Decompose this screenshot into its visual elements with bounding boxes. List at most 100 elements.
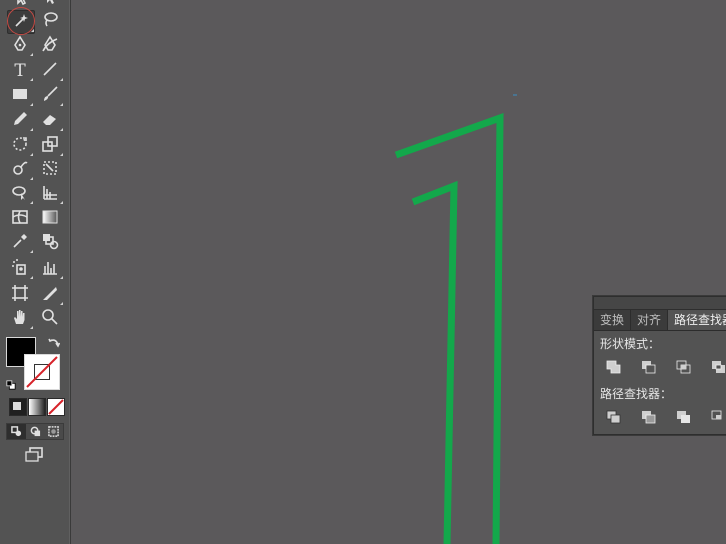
- paintbrush-tool[interactable]: [37, 85, 63, 107]
- pencil-tool[interactable]: [7, 110, 33, 132]
- scale-tool-icon: [41, 135, 59, 157]
- shape-builder-tool-icon: [11, 183, 29, 205]
- slice-tool-icon: [41, 284, 59, 306]
- direct-selection-tool[interactable]: [37, 0, 63, 10]
- green-stroke-artwork[interactable]: [71, 0, 726, 544]
- shape-builder-tool[interactable]: [7, 183, 33, 205]
- merge-icon: [676, 409, 692, 428]
- pencil-tool-icon: [11, 110, 29, 132]
- slice-tool[interactable]: [37, 284, 63, 306]
- scale-tool[interactable]: [37, 135, 63, 157]
- merge-button[interactable]: [674, 409, 693, 427]
- swap-fill-stroke-button[interactable]: [47, 336, 61, 350]
- intersect-button[interactable]: [674, 359, 693, 377]
- tab-align[interactable]: 对齐: [631, 310, 669, 330]
- draw-normal-button[interactable]: [7, 424, 26, 439]
- eraser-tool[interactable]: [37, 110, 63, 132]
- trim-button[interactable]: [639, 409, 658, 427]
- line-segment-tool-icon: [41, 60, 59, 82]
- minus-front-button[interactable]: [639, 359, 658, 377]
- divide-button[interactable]: [604, 409, 623, 427]
- symbol-sprayer-tool[interactable]: [7, 258, 33, 280]
- line-segment-tool[interactable]: [37, 60, 63, 82]
- shape-modes-label: 形状模式：: [600, 337, 661, 351]
- artboard-tool[interactable]: [7, 284, 33, 306]
- tools-panel: T: [0, 0, 71, 544]
- curvature-tool-icon: [41, 35, 59, 57]
- default-fill-stroke-button[interactable]: [4, 377, 18, 391]
- none-mode-button[interactable]: [47, 398, 65, 416]
- pathfinders-label: 路径查找器：: [600, 387, 673, 401]
- eyedropper-tool[interactable]: [7, 232, 33, 254]
- lasso-tool-icon: [41, 10, 59, 32]
- no-stroke-slash-icon: [26, 356, 58, 388]
- zoom-tool[interactable]: [37, 308, 63, 330]
- type-tool-icon: T: [14, 61, 26, 81]
- gradient-mode-button[interactable]: [28, 398, 46, 416]
- direct-selection-tool-icon: [41, 0, 59, 10]
- blend-tool[interactable]: [37, 232, 63, 254]
- screen-mode-icon: [25, 445, 43, 467]
- magic-wand-tool[interactable]: [7, 10, 35, 34]
- rotate-tool[interactable]: [7, 135, 33, 157]
- document-canvas[interactable]: [71, 0, 726, 544]
- column-graph-tool-icon: [41, 258, 59, 280]
- panel-tabs: 变换 对齐 路径查找器: [594, 310, 726, 331]
- zoom-tool-icon: [41, 308, 59, 330]
- color-mode-button[interactable]: [9, 398, 27, 416]
- draw-inside-icon: [48, 422, 59, 441]
- unite-icon: [606, 359, 622, 378]
- warp-tool[interactable]: [7, 159, 33, 181]
- selection-tool[interactable]: [8, 0, 34, 10]
- default-colors-icon: [6, 375, 16, 394]
- pathfinders-row: [594, 409, 726, 427]
- rectangle-tool[interactable]: [7, 85, 33, 107]
- gradient-tool[interactable]: [37, 208, 63, 230]
- hand-tool[interactable]: [7, 308, 33, 330]
- color-mode-icon: [13, 402, 21, 410]
- perspective-grid-tool-icon: [41, 183, 59, 205]
- type-tool[interactable]: T: [7, 60, 33, 82]
- minus-front-icon: [641, 359, 657, 378]
- panel-title-bar[interactable]: [594, 297, 726, 310]
- change-screen-mode-button[interactable]: [21, 445, 47, 467]
- drawing-modes-group: [6, 423, 64, 440]
- divide-icon: [606, 409, 622, 428]
- rotate-tool-icon: [11, 135, 29, 157]
- hand-tool-icon: [11, 308, 29, 330]
- tab-transform[interactable]: 变换: [594, 310, 632, 330]
- crop-icon: [711, 409, 726, 428]
- mesh-tool[interactable]: [7, 208, 33, 230]
- draw-behind-icon: [30, 422, 41, 441]
- column-graph-tool[interactable]: [37, 258, 63, 280]
- stroke-color-swatch[interactable]: [24, 354, 60, 390]
- crop-button[interactable]: [709, 409, 726, 427]
- draw-inside-button[interactable]: [44, 424, 63, 439]
- trim-icon: [641, 409, 657, 428]
- shape-modes-row: [594, 359, 726, 377]
- swap-arrow-icon: [48, 334, 61, 353]
- mesh-tool-icon: [11, 208, 29, 230]
- selection-tool-icon: [12, 0, 30, 10]
- none-slash-icon: [48, 399, 64, 415]
- exclude-button[interactable]: [709, 359, 726, 377]
- artboard-tool-icon: [11, 284, 29, 306]
- blend-tool-icon: [41, 232, 59, 254]
- perspective-grid-tool[interactable]: [37, 183, 63, 205]
- eyedropper-tool-icon: [11, 232, 29, 254]
- magic-wand-tool-icon: [12, 11, 30, 33]
- paintbrush-tool-icon: [41, 85, 59, 107]
- warp-tool-icon: [11, 159, 29, 181]
- curvature-tool[interactable]: [37, 35, 63, 57]
- draw-behind-button[interactable]: [26, 424, 45, 439]
- rectangle-tool-icon: [11, 85, 29, 107]
- free-transform-tool[interactable]: [37, 159, 63, 181]
- tab-pathfinder[interactable]: 路径查找器: [668, 310, 726, 330]
- lasso-tool[interactable]: [37, 10, 63, 32]
- unite-button[interactable]: [604, 359, 623, 377]
- draw-normal-icon: [11, 422, 22, 441]
- gradient-tool-icon: [41, 208, 59, 230]
- free-transform-tool-icon: [41, 159, 59, 181]
- pen-tool[interactable]: [7, 35, 33, 57]
- intersect-icon: [676, 359, 692, 378]
